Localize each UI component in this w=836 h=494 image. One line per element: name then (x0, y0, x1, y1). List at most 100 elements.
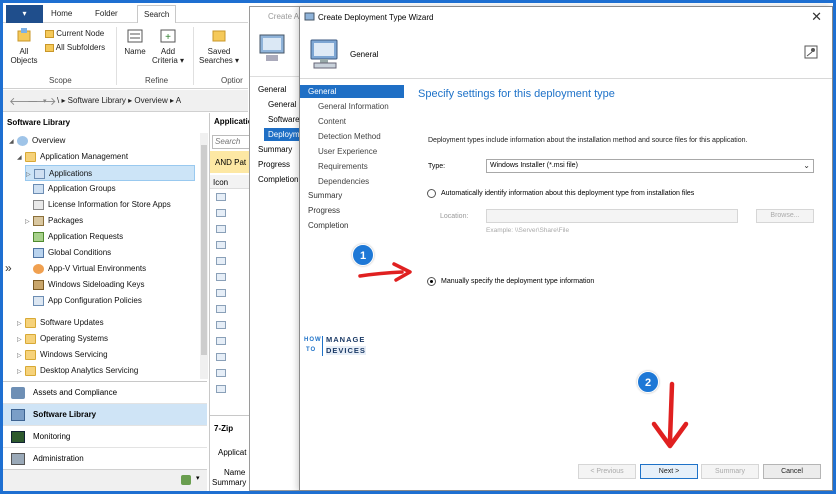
tree-item-sideloading-keys[interactable]: Windows Sideloading Keys (33, 277, 145, 293)
saved-searches-button[interactable]: Saved Searches ▾ (199, 27, 239, 65)
forward-arrow-icon[interactable]: 🡒 (27, 94, 57, 108)
previous-button[interactable]: < Previous (578, 464, 636, 479)
nav-status-bar: ▾ (3, 469, 207, 491)
next-button[interactable]: Next > (640, 464, 698, 479)
tree-item-app-configuration-policies[interactable]: App Configuration Policies (33, 293, 142, 309)
browse-button[interactable]: Browse... (756, 209, 814, 223)
person-help-icon[interactable] (804, 45, 818, 59)
name-button[interactable]: Name (121, 27, 149, 56)
tree-item-software-updates[interactable]: ▷ Software Updates (17, 315, 104, 331)
application-icon[interactable] (216, 209, 226, 217)
file-menu-button[interactable]: ▾ (6, 5, 43, 23)
collapse-pane-icon[interactable]: » (5, 261, 12, 275)
workspace-software-library[interactable]: Software Library (3, 404, 207, 426)
manual-specify-radio[interactable] (427, 277, 436, 286)
step-progress: Progress (308, 206, 341, 215)
add-criteria-label: Add Criteria ▾ (151, 47, 185, 65)
application-icon[interactable] (216, 353, 226, 361)
tree-label: Application Management (40, 152, 129, 161)
current-node-button[interactable]: Current Node (45, 29, 104, 38)
workspace-monitoring[interactable]: Monitoring (3, 426, 207, 448)
expand-arrow-icon[interactable]: ▷ (25, 214, 33, 230)
all-subfolders-button[interactable]: All Subfolders (45, 43, 105, 52)
tree-item-overview[interactable]: ◢ Overview (9, 133, 65, 149)
workspace-assets-and-compliance[interactable]: Assets and Compliance (3, 382, 207, 404)
expand-arrow-icon[interactable]: ▷ (17, 332, 25, 348)
application-icon[interactable] (216, 257, 226, 265)
application-icon[interactable] (216, 193, 226, 201)
tree-item-packages[interactable]: ▷ Packages (25, 213, 83, 229)
chevron-down-icon[interactable]: ▾ (43, 97, 47, 105)
application-icon[interactable] (216, 321, 226, 329)
tree-item-global-conditions[interactable]: Global Conditions (33, 245, 111, 261)
manual-specify-label[interactable]: Manually specify the deployment type inf… (441, 278, 594, 285)
location-input[interactable] (486, 209, 738, 223)
type-label: Type: (428, 163, 446, 170)
workspace-administration[interactable]: Administration (3, 448, 207, 470)
expand-arrow-icon[interactable]: ◢ (9, 134, 17, 150)
expand-arrow-icon[interactable]: ▷ (17, 364, 25, 380)
background-step-general: General (258, 85, 287, 94)
group-label-refine: Refine (145, 76, 169, 85)
workspace-label: Assets and Compliance (33, 388, 118, 397)
chevron-down-icon[interactable]: ▾ (196, 474, 200, 482)
close-icon[interactable]: ✕ (811, 9, 822, 25)
application-icon[interactable] (216, 241, 226, 249)
workspace-label: Administration (33, 454, 84, 463)
scrollbar-thumb[interactable] (201, 145, 207, 355)
tree-item-application-groups[interactable]: Application Groups (33, 181, 116, 197)
details-pane: 7-Zip Applicat Name Summary Deployme (210, 415, 284, 491)
add-criteria-button[interactable]: + Add Criteria ▾ (151, 27, 185, 65)
tree-item-license-information[interactable]: License Information for Store Apps (33, 197, 171, 213)
tree-item-application-management[interactable]: ◢ Application Management (17, 149, 128, 165)
tree-item-windows-servicing[interactable]: ▷ Windows Servicing (17, 347, 108, 363)
ribbon-tabs: ▾ Home Folder Search (3, 3, 248, 24)
application-icon[interactable] (216, 369, 226, 377)
step-completion: Completion (308, 221, 349, 230)
expand-arrow-icon[interactable]: ◢ (17, 150, 25, 166)
details-title: 7-Zip (214, 424, 234, 433)
application-icon[interactable] (216, 273, 226, 281)
application-icon[interactable] (216, 385, 226, 393)
nav-pane-title: Software Library (7, 118, 71, 127)
tab-folder[interactable]: Folder (95, 9, 118, 18)
auto-identify-radio[interactable] (427, 189, 436, 198)
search-criteria-bar[interactable]: AND Pat (210, 151, 250, 173)
breadcrumb[interactable]: \ ▸ Software Library ▸ Overview ▸ A (57, 96, 181, 105)
configure-icon[interactable] (181, 475, 191, 485)
tab-home[interactable]: Home (51, 9, 72, 18)
screenshot-frame: ▾ Home Folder Search All Objects Current… (3, 3, 833, 491)
background-step-general-info: General I (268, 100, 301, 109)
cancel-button[interactable]: Cancel (763, 464, 821, 479)
computer-icon (310, 39, 338, 69)
application-icon[interactable] (216, 305, 226, 313)
tree-item-desktop-analytics-servicing[interactable]: ▷ Desktop Analytics Servicing (17, 363, 138, 379)
requests-icon (33, 231, 44, 242)
auto-identify-label[interactable]: Automatically identify information about… (441, 190, 694, 197)
administration-icon (11, 453, 25, 465)
expand-arrow-icon[interactable]: ▷ (17, 348, 25, 364)
column-header-icon[interactable]: Icon (210, 175, 250, 189)
tree-item-operating-systems[interactable]: ▷ Operating Systems (17, 331, 108, 347)
search-input[interactable]: Search (212, 135, 252, 149)
tree-item-application-requests[interactable]: Application Requests (33, 229, 123, 245)
tab-search[interactable]: Search (137, 5, 177, 24)
tree-item-app-v-environments[interactable]: App-V Virtual Environments (33, 261, 146, 277)
application-icon[interactable] (216, 225, 226, 233)
application-icon[interactable] (216, 337, 226, 345)
tree-label: Packages (48, 216, 84, 225)
tree-item-applications[interactable]: ▷ Applications (25, 165, 195, 181)
step-dependencies: Dependencies (318, 177, 370, 186)
workspace-label: Monitoring (33, 432, 71, 441)
applications-icon (34, 168, 45, 179)
type-select[interactable]: Windows Installer (*.msi file) ⌄ (486, 159, 814, 173)
tree-label: Overview (32, 136, 66, 145)
application-icon[interactable] (216, 289, 226, 297)
workspace-switcher: Assets and Compliance Software Library M… (3, 381, 207, 470)
nav-scrollbar[interactable] (200, 133, 208, 379)
folder-icon (25, 333, 36, 344)
all-objects-button[interactable]: All Objects (9, 27, 39, 65)
expand-arrow-icon[interactable]: ▷ (17, 316, 25, 332)
folder-icon (25, 151, 36, 162)
summary-button[interactable]: Summary (701, 464, 759, 479)
